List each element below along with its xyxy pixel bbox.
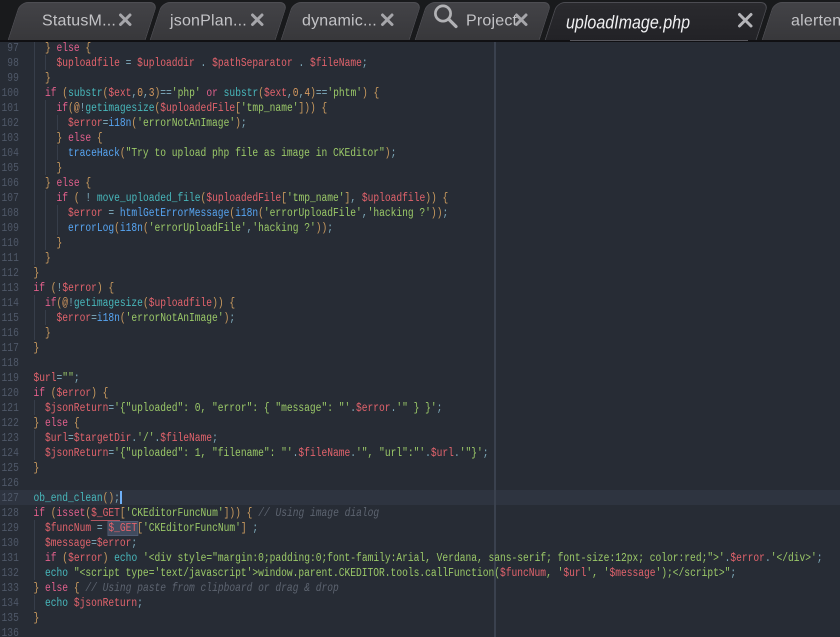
svg-text:dynamic...: dynamic... xyxy=(302,13,377,30)
svg-text:jsonPlan...: jsonPlan... xyxy=(169,13,247,30)
svg-text:Project: Project xyxy=(466,13,518,30)
svg-text:uploadImage.php: uploadImage.php xyxy=(566,12,690,33)
svg-text:StatusM...: StatusM... xyxy=(42,13,116,30)
svg-text:alerten: alerten xyxy=(791,13,840,30)
